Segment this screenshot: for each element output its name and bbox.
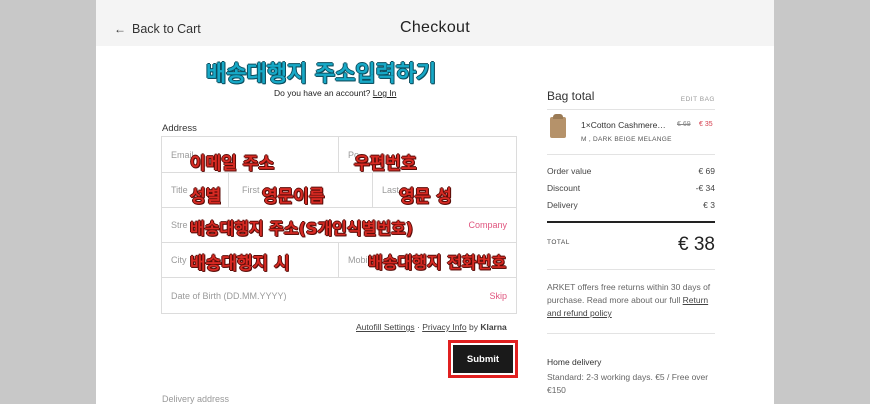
summary-divider [547, 154, 715, 155]
summary-divider [547, 269, 715, 270]
home-delivery-title: Home delivery [547, 357, 602, 367]
item-sale-price: € 35 [699, 121, 713, 128]
form-divider [162, 242, 516, 243]
submit-highlight: Submit [448, 340, 518, 378]
row-value: € 3 [703, 200, 715, 210]
address-section-label: Address [162, 123, 197, 134]
summary-divider [547, 109, 715, 110]
account-prompt: Do you have an account? Log In [274, 88, 396, 98]
form-divider [228, 172, 229, 207]
overlay-main-heading: 배송대행지 주소입력하기 [206, 62, 437, 87]
autofill-links: Autofill Settings · Privacy Info by Klar… [356, 322, 507, 332]
total-value: € 38 [678, 234, 715, 255]
last-name-field[interactable]: Last [382, 185, 399, 195]
overlay-postal-note: 우편번호 [354, 154, 417, 174]
row-label: Discount [547, 183, 581, 193]
login-link[interactable]: Log In [373, 88, 397, 98]
row-label: Order value [547, 166, 592, 176]
date-of-birth-field[interactable]: Date of Birth (DD.MM.YYYY) [171, 291, 287, 301]
title-select[interactable]: Title [171, 185, 188, 195]
bag-total-title: Bag total [547, 89, 595, 103]
first-name-field[interactable]: First [242, 185, 260, 195]
overlay-street-note: 배송대행지 주소(S개인식별번호) [190, 219, 414, 238]
order-value-row: Order value € 69 [547, 166, 715, 176]
edit-bag-link[interactable]: EDIT BAG [681, 96, 715, 103]
account-question: Do you have an account? [274, 88, 371, 98]
privacy-info-link[interactable]: Privacy Info [422, 322, 466, 332]
page-title: Checkout [400, 19, 470, 36]
form-divider [372, 172, 373, 207]
skip-dob-link[interactable]: Skip [489, 291, 507, 301]
form-divider [338, 242, 339, 277]
autofill-separator: · [416, 322, 420, 332]
overlay-email-note: 이메일 주소 [190, 154, 275, 174]
form-divider [162, 207, 516, 208]
item-old-price: € 69 [677, 121, 691, 128]
autofill-by: by [468, 322, 478, 332]
checkout-header: ← Back to Cart Checkout [96, 0, 774, 46]
row-label: Delivery [547, 200, 578, 210]
total-divider [547, 221, 715, 223]
total-label: TOTAL [547, 239, 570, 246]
discount-row: Discount -€ 34 [547, 183, 715, 193]
submit-button[interactable]: Submit [453, 345, 513, 373]
item-variant: M , DARK BEIGE MELANGE [581, 136, 672, 143]
overlay-last-name-note: 영문 성 [399, 187, 452, 207]
add-company-link[interactable]: Company [468, 220, 507, 230]
delivery-row: Delivery € 3 [547, 200, 715, 210]
checkout-page: ← Back to Cart Checkout 배송대행지 주소입력하기 Do … [96, 0, 774, 404]
city-field[interactable]: City [171, 255, 187, 265]
klarna-brand: Klarna [480, 322, 507, 332]
overlay-title-note: 성별 [190, 187, 222, 207]
row-value: -€ 34 [695, 183, 715, 193]
summary-divider [547, 333, 715, 334]
mobile-field[interactable]: Mobi [348, 255, 368, 265]
form-divider [162, 277, 516, 278]
home-delivery-desc: Standard: 2-3 working days. €5 / Free ov… [547, 372, 709, 395]
street-field[interactable]: Stre [171, 220, 188, 230]
returns-info: ARKET offers free returns within 30 days… [547, 281, 715, 320]
autofill-settings-link[interactable]: Autofill Settings [356, 322, 415, 332]
product-thumbnail [550, 114, 566, 138]
overlay-mobile-note: 배송대행지 전화번호 [368, 253, 507, 272]
form-divider [338, 137, 339, 172]
overlay-first-name-note: 영문이름 [262, 187, 325, 207]
item-name: 1×Cotton Cashmere… [581, 120, 666, 130]
overlay-city-note: 배송대행지 시 [190, 254, 290, 274]
row-value: € 69 [698, 166, 715, 176]
delivery-address-label: Delivery address [162, 394, 230, 404]
